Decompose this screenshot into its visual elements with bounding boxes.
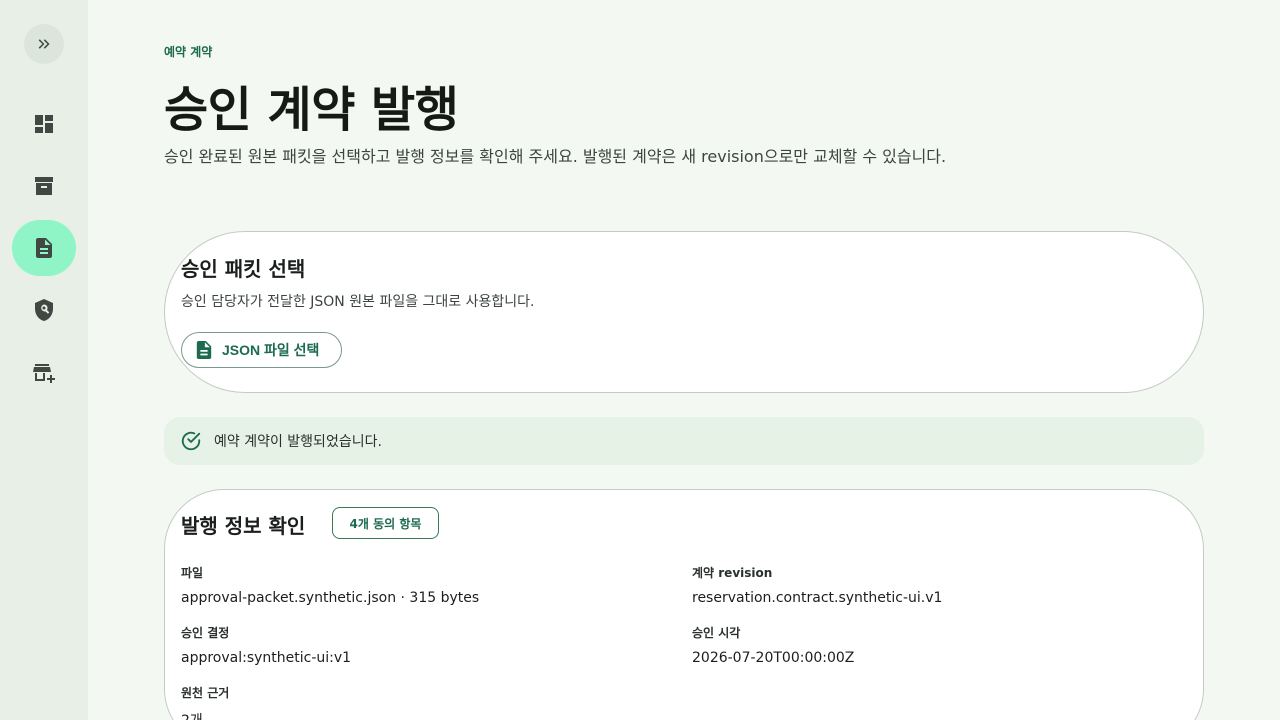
packet-card-title: 승인 패킷 선택 xyxy=(181,257,306,281)
field-decision: 승인 결정 approval:synthetic-ui:v1 xyxy=(181,624,351,666)
page-description: 승인 완료된 원본 패킷을 선택하고 발행 정보를 확인해 주세요. 발행된 계… xyxy=(164,147,947,166)
add-business-icon xyxy=(33,364,55,383)
field-sources-value: 2개 xyxy=(181,710,229,720)
packet-card-subtitle: 승인 담당자가 전달한 JSON 원본 파일을 그대로 사용합니다. xyxy=(181,294,535,310)
consent-count-chip: 4개 동의 항목 xyxy=(332,507,439,539)
check-circle-icon xyxy=(181,431,201,451)
select-json-file-label: JSON 파일 선택 xyxy=(222,342,320,358)
field-revision-label: 계약 revision xyxy=(692,566,773,580)
field-approved-at-value: 2026-07-20T00:00:00Z xyxy=(692,650,855,666)
file-icon xyxy=(196,341,212,359)
field-approved-at-label: 승인 시각 xyxy=(692,626,741,640)
publish-info-card: 발행 정보 확인 4개 동의 항목 파일 approval-packet.syn… xyxy=(164,489,1204,720)
field-sources: 원천 근거 2개 xyxy=(181,684,229,720)
select-json-file-button[interactable]: JSON 파일 선택 xyxy=(181,332,342,368)
info-card-title: 발행 정보 확인 xyxy=(181,514,306,538)
policy-search-icon xyxy=(35,299,53,321)
nav-dashboard[interactable] xyxy=(12,96,76,152)
main-content: 예약 계약 승인 계약 발행 승인 완료된 원본 패킷을 선택하고 발행 정보를… xyxy=(164,0,1204,720)
field-approved-at: 승인 시각 2026-07-20T00:00:00Z xyxy=(692,624,854,666)
navigation-rail xyxy=(0,0,88,720)
nav-contracts[interactable] xyxy=(12,220,76,276)
field-revision: 계약 revision reservation.contract.synthet… xyxy=(692,564,942,606)
nav-policy[interactable] xyxy=(12,282,76,338)
page-eyebrow: 예약 계약 xyxy=(164,45,213,59)
double-chevron-right-icon xyxy=(38,39,50,49)
dashboard-icon xyxy=(35,115,53,133)
field-file: 파일 approval-packet.synthetic.json · 315 … xyxy=(181,564,479,606)
document-icon xyxy=(36,238,52,258)
field-decision-value: approval:synthetic-ui:v1 xyxy=(181,650,352,666)
field-file-value: approval-packet.synthetic.json · 315 byt… xyxy=(181,590,480,606)
nav-archive[interactable] xyxy=(12,158,76,214)
success-alert-message: 예약 계약이 발행되었습니다. xyxy=(214,434,382,450)
expand-rail-button[interactable] xyxy=(24,24,64,64)
field-decision-label: 승인 결정 xyxy=(181,626,230,640)
packet-select-card: 승인 패킷 선택 승인 담당자가 전달한 JSON 원본 파일을 그대로 사용합… xyxy=(164,231,1204,393)
nav-add-store[interactable] xyxy=(12,344,76,400)
archive-icon xyxy=(35,177,53,195)
field-file-label: 파일 xyxy=(181,566,204,580)
field-revision-value: reservation.contract.synthetic-ui.v1 xyxy=(692,590,943,606)
success-alert: 예약 계약이 발행되었습니다. xyxy=(164,417,1204,465)
field-sources-label: 원천 근거 xyxy=(181,686,230,700)
page-title: 승인 계약 발행 xyxy=(164,82,459,138)
